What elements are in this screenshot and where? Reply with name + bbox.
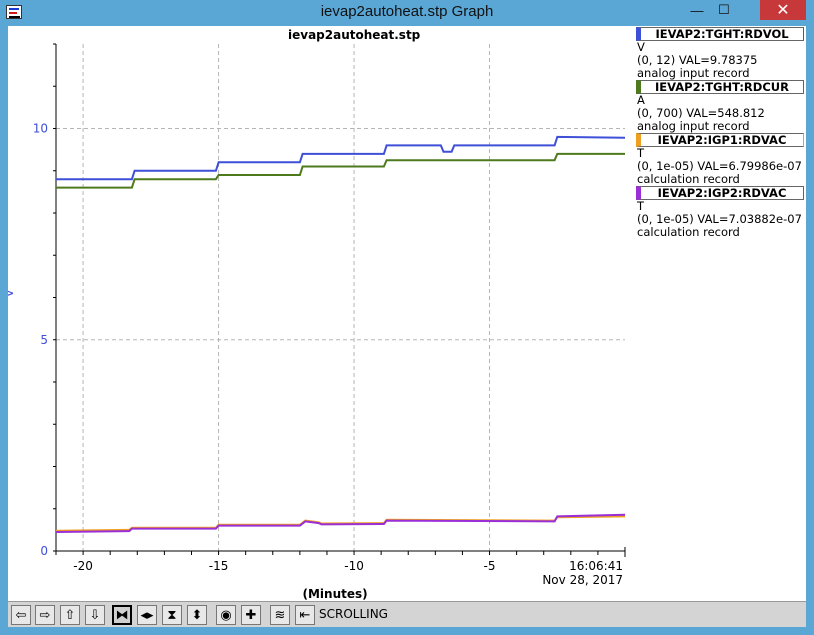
crosshair-icon[interactable]: ✚ xyxy=(241,605,261,625)
y-tick-label: 5 xyxy=(40,333,48,347)
graph-window: ievap2autoheat.stp Graph — ☐ ✕ -20 -15 -10… xyxy=(0,0,814,635)
zoom-horizontal-in-icon[interactable]: ⧓ xyxy=(112,605,132,625)
x-tick-label: -15 xyxy=(209,559,229,573)
legend-entry[interactable]: IEVAP2:TGHT:RDCUR A (0, 700) VAL=548.812… xyxy=(636,80,804,133)
minimize-button[interactable]: — xyxy=(684,0,710,20)
date-label: Nov 28, 2017 xyxy=(542,573,623,587)
stagger-icon[interactable]: ≋ xyxy=(270,605,290,625)
legend: IEVAP2:TGHT:RDVOL V (0, 12) VAL=9.78375 … xyxy=(636,27,804,239)
x-tick-label: -10 xyxy=(344,559,364,573)
title-bar[interactable]: ievap2autoheat.stp Graph — ☐ ✕ xyxy=(0,0,814,26)
center-icon[interactable]: ◉ xyxy=(216,605,236,625)
close-button[interactable]: ✕ xyxy=(760,0,806,20)
legend-record-type: calculation record xyxy=(637,172,740,186)
arrow-left-icon[interactable]: ⇦ xyxy=(11,605,31,625)
series-line xyxy=(56,135,626,181)
strip-chart[interactable]: -20 -15 -10 -5 0 5 10 V 16:06:41Nov 28, 2017 (Min… xyxy=(8,26,628,601)
y-axis-label: V xyxy=(8,288,16,297)
legend-pv-name[interactable]: IEVAP2:TGHT:RDCUR xyxy=(636,80,804,94)
series-line xyxy=(55,513,626,533)
arrow-up-icon[interactable]: ⇧ xyxy=(60,605,80,625)
graph-client-area: -20 -15 -10 -5 0 5 10 V 16:06:41Nov 28, 2017 (Min… xyxy=(8,26,806,601)
legend-pv-name[interactable]: IEVAP2:IGP1:RDVAC xyxy=(636,133,804,147)
zoom-horizontal-out-icon[interactable]: ◂▸ xyxy=(137,605,157,625)
maximize-button[interactable]: ☐ xyxy=(711,0,737,20)
graph-toolbar: ⇦ ⇨ ⇧ ⇩ ⧓ ◂▸ ⧗ ⬍ ◉ ✚ ≋ ⇤ SCROLLING xyxy=(8,601,806,627)
legend-record-type: analog input record xyxy=(637,119,750,133)
legend-entry[interactable]: IEVAP2:TGHT:RDVOL V (0, 12) VAL=9.78375 … xyxy=(636,27,804,80)
plot-title: ievap2autoheat.stp xyxy=(288,28,421,42)
legend-entry[interactable]: IEVAP2:IGP1:RDVAC T (0, 1e-05) VAL=6.799… xyxy=(636,133,804,186)
y-tick-label: 0 xyxy=(40,544,48,558)
legend-pv-name[interactable]: IEVAP2:TGHT:RDVOL xyxy=(636,27,804,41)
zoom-vertical-out-icon[interactable]: ⬍ xyxy=(187,605,207,625)
legend-record-type: analog input record xyxy=(637,66,750,80)
scroll-status: SCROLLING xyxy=(319,607,388,621)
scroll-mode-icon[interactable]: ⇤ xyxy=(295,605,315,625)
x-tick-label: -5 xyxy=(484,559,496,573)
x-tick-label: -20 xyxy=(73,559,93,573)
arrow-down-icon[interactable]: ⇩ xyxy=(85,605,105,625)
time-label: 16:06:41 xyxy=(569,559,623,573)
x-axis-label: (Minutes) xyxy=(303,587,368,601)
zoom-vertical-in-icon[interactable]: ⧗ xyxy=(162,605,182,625)
y-tick-label: 10 xyxy=(33,122,48,136)
legend-pv-name[interactable]: IEVAP2:IGP2:RDVAC xyxy=(636,186,804,200)
legend-entry[interactable]: IEVAP2:IGP2:RDVAC T (0, 1e-05) VAL=7.038… xyxy=(636,186,804,239)
legend-record-type: calculation record xyxy=(637,225,740,239)
arrow-right-icon[interactable]: ⇨ xyxy=(35,605,55,625)
